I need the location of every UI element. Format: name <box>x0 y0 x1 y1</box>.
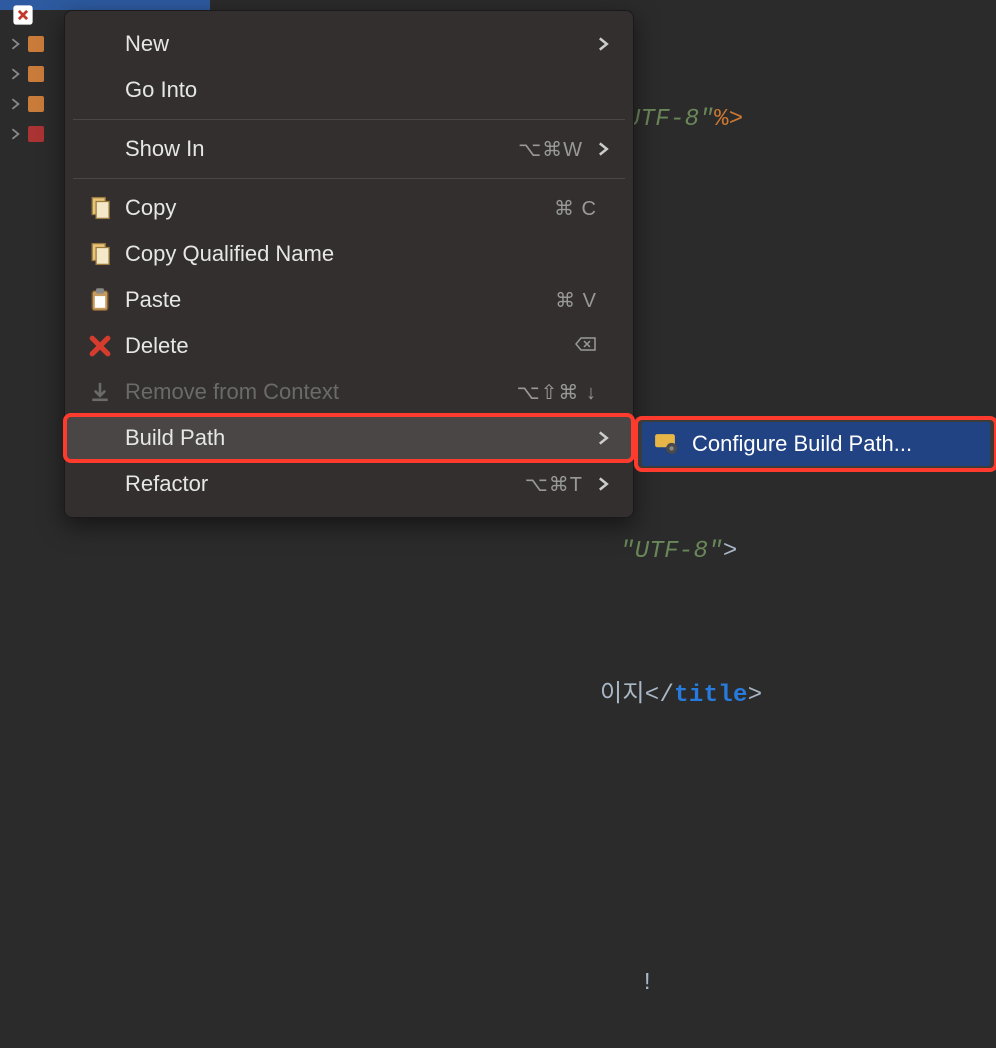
menu-label: Copy Qualified Name <box>125 241 611 267</box>
copy-icon <box>87 197 113 219</box>
menu-copy[interactable]: Copy ⌘ C <box>65 185 633 231</box>
paste-icon <box>87 289 113 311</box>
tree-item[interactable] <box>10 96 60 112</box>
code-text: ! <box>640 970 655 997</box>
menu-label: Copy <box>125 195 554 221</box>
build-path-submenu: Configure Build Path... <box>636 418 996 470</box>
menu-refactor[interactable]: Refactor ⌥⌘T <box>65 461 633 507</box>
menu-delete[interactable]: Delete <box>65 323 633 369</box>
menu-label: Paste <box>125 287 555 313</box>
menu-configure-build-path[interactable]: Configure Build Path... <box>642 422 990 466</box>
menu-label: Go Into <box>125 77 611 103</box>
code-text: "UTF-8" <box>620 538 723 565</box>
copy-qualified-icon <box>87 243 113 265</box>
shortcut: ⌘ V <box>555 288 597 313</box>
chevron-right-icon <box>597 142 611 156</box>
menu-copy-qualified[interactable]: Copy Qualified Name <box>65 231 633 277</box>
shortcut: ⌥⌘W <box>518 137 583 162</box>
tree-item[interactable] <box>10 36 60 52</box>
menu-new[interactable]: New <box>65 21 633 67</box>
chevron-right-icon <box>597 37 611 51</box>
menu-label: Build Path <box>125 425 597 451</box>
tree-item[interactable] <box>10 126 60 142</box>
menu-show-in[interactable]: Show In ⌥⌘W <box>65 126 633 172</box>
tree-item[interactable] <box>10 66 60 82</box>
folder-icon <box>28 36 44 52</box>
menu-label: Delete <box>125 333 575 359</box>
remove-context-icon <box>87 381 113 403</box>
code-text: title <box>674 682 748 709</box>
configure-icon <box>654 433 682 455</box>
chevron-right-icon <box>597 431 611 445</box>
delete-icon <box>87 335 113 357</box>
shortcut: ⌘ C <box>554 196 597 221</box>
context-menu: New Go Into Show In ⌥⌘W Copy ⌘ C Copy Qu… <box>64 10 634 518</box>
menu-remove-context: Remove from Context ⌥⇧⌘ ↓ <box>65 369 633 415</box>
menu-separator <box>73 178 625 179</box>
folder-icon <box>28 66 44 82</box>
shortcut: ⌥⌘T <box>525 472 583 497</box>
menu-paste[interactable]: Paste ⌘ V <box>65 277 633 323</box>
menu-separator <box>73 119 625 120</box>
code-text: > <box>748 682 763 709</box>
code-text: > <box>723 538 738 565</box>
menu-go-into[interactable]: Go Into <box>65 67 633 113</box>
folder-icon <box>28 126 44 142</box>
menu-label: Refactor <box>125 471 525 497</box>
code-text: %> <box>714 106 743 133</box>
menu-label: New <box>125 31 597 57</box>
menu-build-path[interactable]: Build Path <box>65 415 633 461</box>
shortcut: ⌥⇧⌘ ↓ <box>517 380 597 405</box>
close-tab-icon[interactable] <box>12 4 34 26</box>
delete-shortcut-icon <box>575 335 597 358</box>
project-tree[interactable] <box>0 36 60 142</box>
x-icon <box>12 4 34 26</box>
code-text: 이지 <box>600 682 645 709</box>
menu-label: Remove from Context <box>125 379 517 405</box>
submenu-label: Configure Build Path... <box>692 431 912 457</box>
code-text: </ <box>645 682 674 709</box>
menu-label: Show In <box>125 136 518 162</box>
folder-icon <box>28 96 44 112</box>
chevron-right-icon <box>597 477 611 491</box>
